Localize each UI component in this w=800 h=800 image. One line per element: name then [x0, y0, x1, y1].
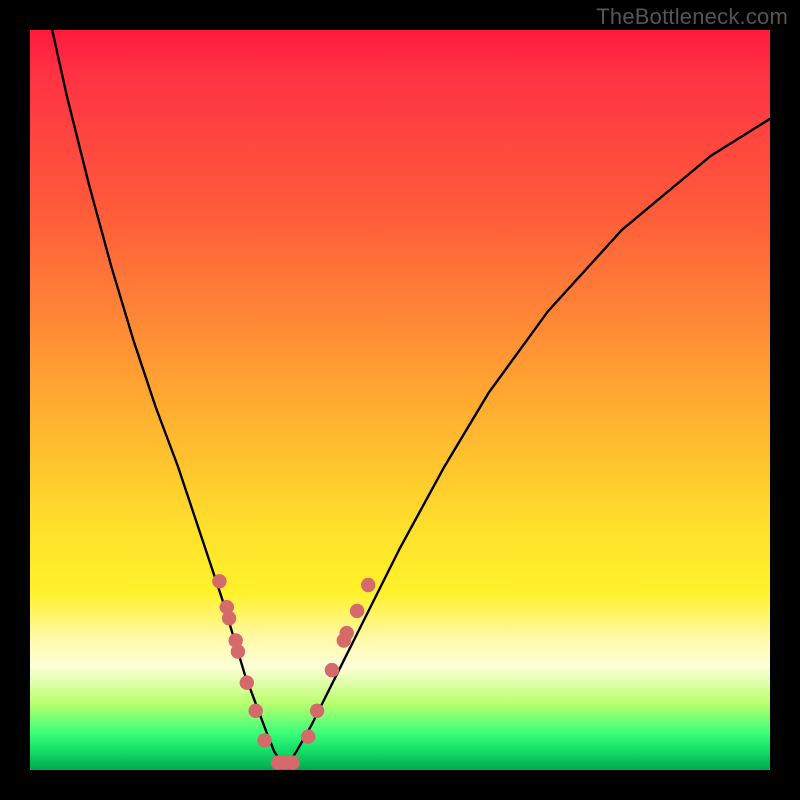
watermark-text: TheBottleneck.com	[596, 4, 788, 30]
bottleneck-curve-path	[52, 30, 770, 763]
chart-frame: TheBottleneck.com	[0, 0, 800, 800]
curve-marker	[301, 730, 315, 744]
curve-marker	[257, 733, 271, 747]
curve-marker	[310, 704, 324, 718]
curve-marker	[325, 663, 339, 677]
curve-marker	[222, 611, 236, 625]
curve-marker	[340, 626, 354, 640]
curve-marker	[249, 704, 263, 718]
curve-marker	[361, 578, 375, 592]
curve-marker	[286, 755, 300, 769]
plot-area	[30, 30, 770, 770]
curve-marker	[231, 644, 245, 658]
bottleneck-curve-svg	[30, 30, 770, 770]
curve-marker	[350, 604, 364, 618]
curve-markers	[212, 574, 375, 770]
curve-marker	[212, 574, 226, 588]
curve-marker	[240, 676, 254, 690]
